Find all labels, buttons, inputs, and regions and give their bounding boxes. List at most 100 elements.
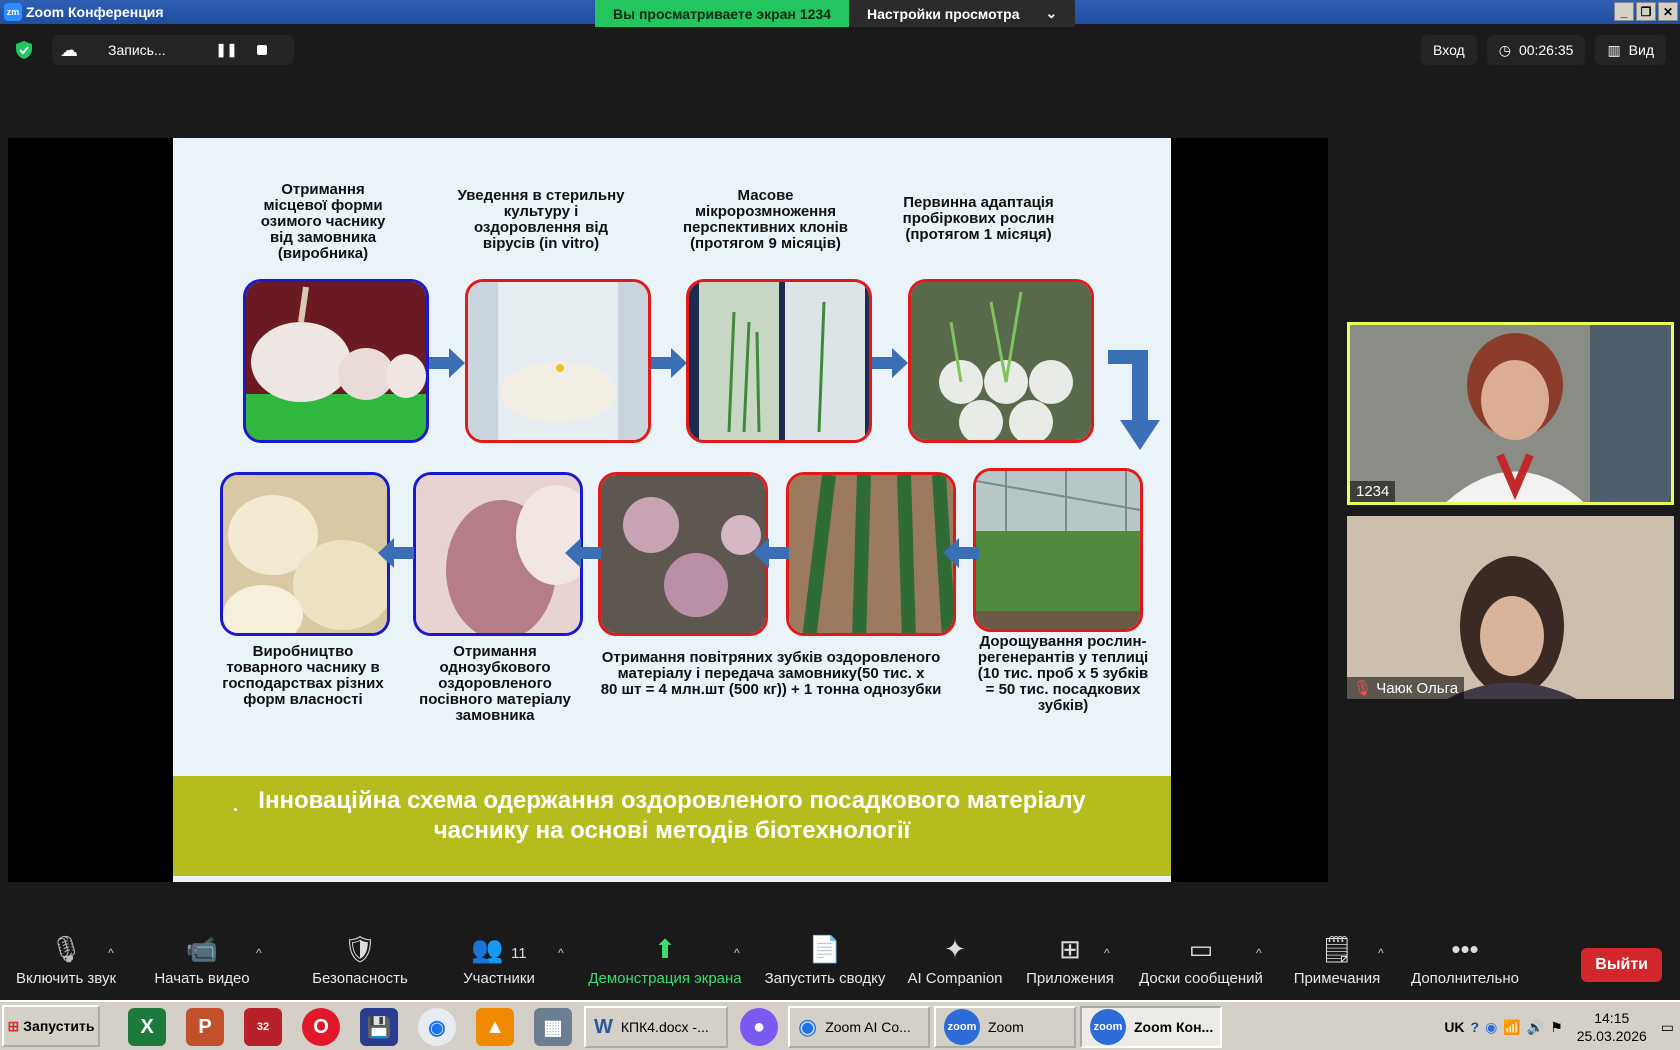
clock-icon: ◷ [1498,41,1511,58]
summary-label: Запустить сводку [764,970,886,987]
bulbils-photo [598,472,768,636]
network-icon[interactable]: 📶 [1503,1019,1520,1036]
top-right-controls: Вход ◷ 00:26:35 ▥ Вид [1421,35,1666,65]
chrome-icon: ◉ [798,1014,818,1039]
adaptation-pots-photo [908,279,1094,443]
help-icon[interactable]: ? [1471,1019,1480,1035]
start-label: Запустить [23,1018,95,1034]
field-rows-photo [786,472,956,636]
chevron-up-icon[interactable]: ^ [256,946,262,960]
pause-recording-icon[interactable]: ❚❚ [216,42,238,58]
step-label-5: Виробництво товарного часнику в господар… [222,643,384,708]
zoom-tray-icon[interactable]: ◉ [1485,1019,1497,1036]
chevron-up-icon[interactable]: ^ [558,946,564,960]
language-indicator[interactable]: UK [1444,1019,1464,1035]
step-label-7: Отримання повітряних зубків оздоровленог… [600,649,942,698]
arrow-down-turn-icon [1108,350,1160,450]
unmute-label: Включить звук [15,970,117,987]
volume-icon[interactable]: 🔊 [1527,1019,1544,1036]
view-button[interactable]: ▥ Вид [1595,35,1666,65]
taskbar-window-zoom-ai[interactable]: ◉ Zoom AI Co... [788,1006,930,1048]
app-circle-icon[interactable]: ● [740,1008,778,1046]
flag-icon[interactable]: ⚑ [1550,1019,1563,1036]
more-label: Дополнительно [1411,970,1519,987]
whiteboards-button[interactable]: ▭ Доски сообщений [1136,934,1266,987]
taskbar: ⊞ Запустить X P 32 O 💾 ◉ ▲ ▦ W КПК4.docx -… [0,1000,1680,1050]
notes-button[interactable]: 🗒 Примечания [1290,934,1384,987]
arrow-left-icon [753,538,789,568]
system-clock[interactable]: 14:15 25.03.2026 [1569,1009,1655,1045]
participants-button[interactable]: 👥 11 Участники [456,934,542,987]
system-tray: UK ? ◉ 📶 🔊 ⚑ 14:15 25.03.2026 ▭ [1444,1006,1680,1048]
arrow-left-icon [565,538,601,568]
step-label-3: Масове мікророзмноження перспективних кл… [682,187,849,252]
powerpoint-icon[interactable]: P [186,1008,224,1046]
participants-icon: 👥 11 [471,934,527,964]
game-app-icon[interactable]: 32 [244,1008,282,1046]
chevron-up-icon[interactable]: ^ [734,946,740,960]
ai-companion-label: AI Companion [907,970,1003,987]
share-screen-button[interactable]: ⬆ Демонстрация экрана [586,934,744,987]
whiteboards-label: Доски сообщений [1139,970,1263,987]
participant-video-active[interactable]: 1234 [1347,322,1674,505]
start-summary-button[interactable]: 📄 Запустить сводку [764,934,886,987]
taskbar-window-word[interactable]: W КПК4.docx -... [584,1006,728,1048]
muted-mic-icon: 🎙 [49,934,83,964]
opera-icon[interactable]: O [302,1008,340,1046]
notes-label: Примечания [1293,970,1381,987]
security-shield-icon[interactable] [14,40,34,60]
excel-icon[interactable]: X [128,1008,166,1046]
taskbar-window-zoom[interactable]: zoom Zoom [934,1006,1076,1048]
start-video-label: Начать видео [154,970,250,987]
chevron-up-icon[interactable]: ^ [1104,946,1110,960]
participants-count: 11 [511,945,527,962]
minimize-icon[interactable]: _ [1614,2,1634,21]
close-icon[interactable]: ✕ [1658,2,1678,21]
participant-name: 🎙 Чаюк Ольга [1347,677,1465,699]
zoom-app-icon: zoom [1090,1009,1126,1045]
start-button[interactable]: ⊞ Запустить [2,1005,100,1047]
calculator-icon[interactable]: ▦ [534,1008,572,1046]
video-off-icon: 📹 [185,934,219,964]
chevron-up-icon[interactable]: ^ [1378,946,1384,960]
save-disk-icon[interactable]: 💾 [360,1008,398,1046]
banner-bullet: . [233,795,239,815]
step-label-1: Отримання місцевої форми озимого часнику… [260,181,386,262]
shield-icon: 🛡 [343,934,377,964]
show-desktop-icon[interactable]: ▭ [1661,1019,1674,1036]
step-label-8: Дорощування рослин- регенерантів у тепли… [977,633,1149,714]
ai-companion-button[interactable]: ✦ AI Companion [906,934,1004,987]
security-button[interactable]: 🛡 Безопасность [306,934,414,987]
in-vitro-tube-photo [465,279,651,443]
leave-button[interactable]: Выйти [1581,948,1662,982]
whiteboard-icon: ▭ [1188,934,1214,964]
arrow-right-icon [651,348,687,378]
arrow-left-icon [943,538,979,568]
taskbar-window-label: Zoom [988,1019,1024,1035]
vlc-icon[interactable]: ▲ [476,1008,514,1046]
restore-icon[interactable]: ❐ [1636,2,1656,21]
participant-name-text: Чаюк Ольга [1376,680,1459,697]
clock-date: 25.03.2026 [1576,1028,1647,1044]
presentation-slide: Отримання місцевої форми озимого часнику… [173,138,1171,882]
taskbar-window-label: Zoom Кон... [1134,1019,1214,1035]
stop-recording-icon[interactable] [257,45,268,55]
apps-button[interactable]: ⊞ Приложения [1024,934,1116,987]
chevron-up-icon[interactable]: ^ [1256,946,1262,960]
participant-video[interactable]: 🎙 Чаюк Ольга [1347,516,1674,699]
view-settings-label: Настройки просмотра [867,5,1020,22]
enter-button[interactable]: Вход [1421,35,1477,65]
window-title: Zoom Конференция [26,4,164,20]
recording-label: Запись... [108,42,166,58]
zoom-app-icon: zoom [944,1009,980,1045]
view-settings-button[interactable]: Настройки просмотра ⌄ [849,0,1076,27]
chevron-up-icon[interactable]: ^ [108,946,114,960]
more-button[interactable]: ••• Дополнительно [1408,934,1522,987]
unmute-button[interactable]: 🎙 Включить звук [12,934,120,987]
chrome-icon[interactable]: ◉ [418,1008,456,1046]
cloud-recording-icon: ☁ [60,39,78,60]
window-controls: _ ❐ ✕ [1612,0,1680,23]
start-video-button[interactable]: 📹 Начать видео [150,934,254,987]
zoom-logo-icon: zm [4,3,22,21]
taskbar-window-zoom-meeting[interactable]: zoom Zoom Кон... [1080,1006,1222,1048]
